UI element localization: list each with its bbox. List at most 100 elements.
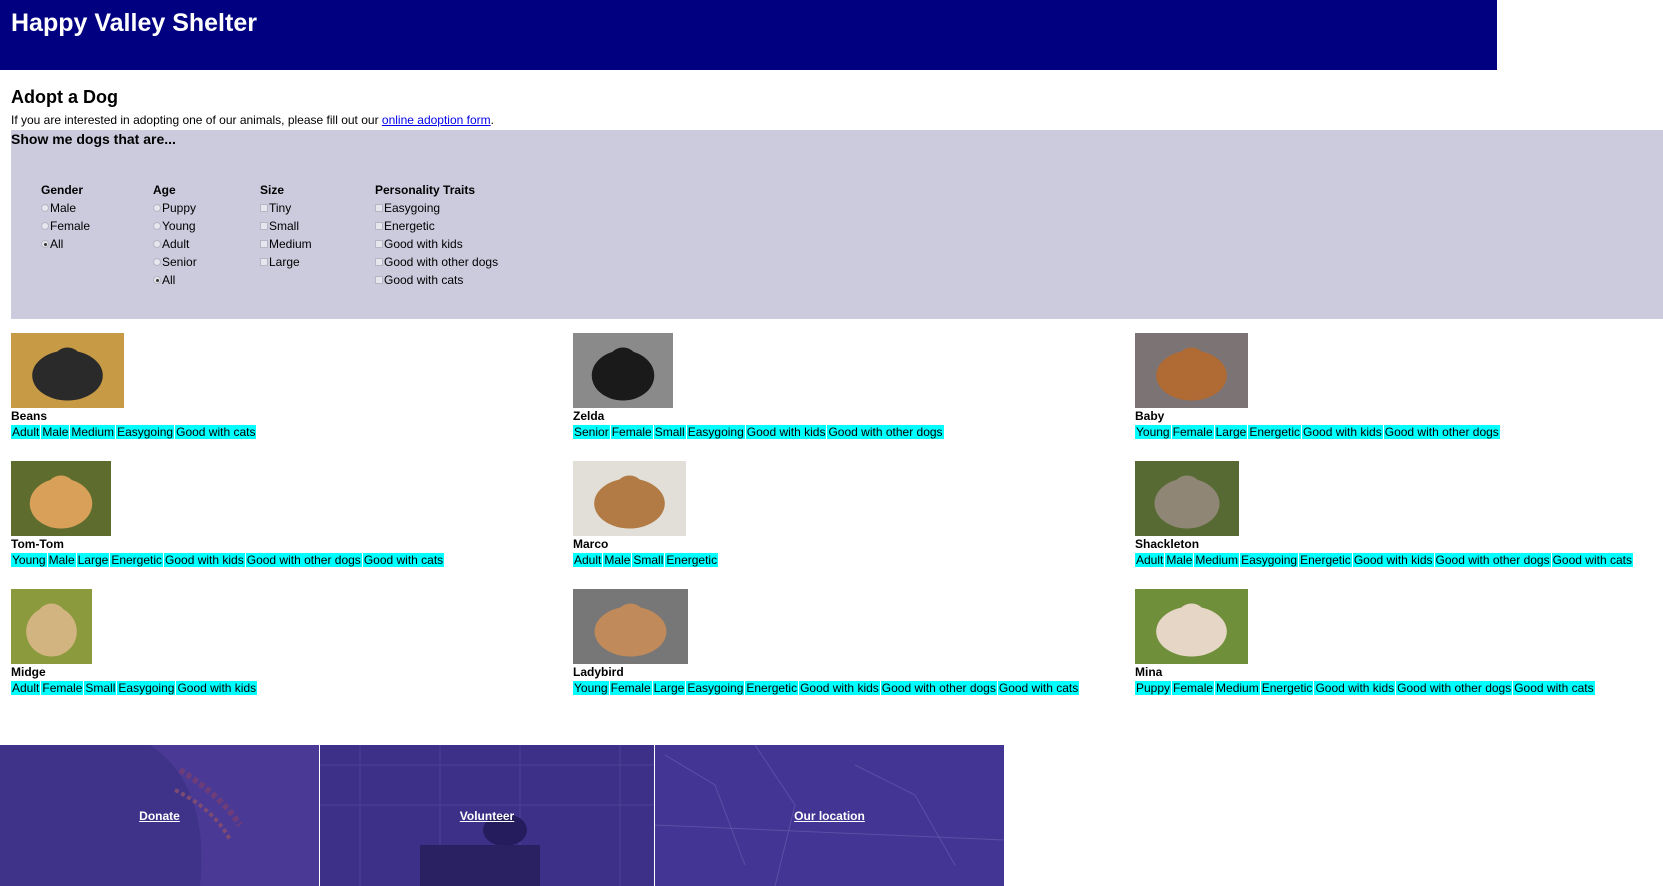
dog-tag: Good with kids [799, 681, 880, 695]
trait-option-energetic[interactable]: Energetic [375, 217, 498, 235]
dog-card[interactable]: Mina Puppy Female Medium Energetic Good with … [1135, 589, 1596, 696]
dog-photo[interactable] [573, 461, 686, 536]
checkbox[interactable] [375, 222, 383, 230]
dog-card[interactable]: Marco Adult Male Small Energetic [573, 461, 719, 568]
location-link[interactable]: Our location [794, 809, 865, 823]
trait-option-easygoing[interactable]: Easygoing [375, 199, 498, 217]
size-option-large[interactable]: Large [260, 253, 312, 271]
checkbox[interactable] [260, 204, 268, 212]
age-option-all[interactable]: All [153, 271, 197, 289]
volunteer-link[interactable]: Volunteer [460, 809, 514, 823]
adoption-form-link[interactable]: online adoption form [382, 113, 491, 127]
dog-photo[interactable] [573, 589, 688, 664]
page-heading: Adopt a Dog [11, 87, 118, 107]
age-filter: Age Puppy Young Adult Senior All [153, 181, 197, 289]
checkbox[interactable] [260, 258, 268, 266]
dog-photo[interactable] [11, 461, 111, 536]
dog-card[interactable]: Tom-Tom Young Male Large Energetic Good with … [11, 461, 445, 568]
dog-tag: Easygoing [116, 425, 175, 439]
radio-button[interactable] [153, 258, 161, 266]
dog-card[interactable]: Shackleton Adult Male Medium Easygoing Energe… [1135, 461, 1634, 568]
checkbox[interactable] [375, 204, 383, 212]
trait-option-good-with-kids[interactable]: Good with kids [375, 235, 498, 253]
dog-photo[interactable] [1135, 589, 1248, 664]
dog-tag: Energetic [745, 681, 799, 695]
site-title: Happy Valley Shelter [11, 9, 257, 37]
checkbox[interactable] [375, 240, 383, 248]
donate-link[interactable]: Donate [139, 809, 180, 823]
dog-tag: Small [653, 425, 686, 439]
dog-tags: Adult Male Medium Easygoing Energetic Good wi… [1135, 553, 1634, 568]
radio-button[interactable] [41, 222, 49, 230]
checkbox[interactable] [375, 276, 383, 284]
dog-name: Midge [11, 665, 46, 679]
trait-option-good-with-other-dogs[interactable]: Good with other dogs [375, 253, 498, 271]
age-option-senior[interactable]: Senior [153, 253, 197, 271]
dog-name: Beans [11, 409, 48, 423]
size-option-medium[interactable]: Medium [260, 235, 312, 253]
dog-photo[interactable] [1135, 461, 1239, 536]
dog-tag: Energetic [665, 553, 719, 567]
checkbox[interactable] [260, 240, 268, 248]
dog-tags: Senior Female Small Easygoing Good with kids… [573, 425, 945, 440]
gender-option-female[interactable]: Female [41, 217, 90, 235]
age-option-puppy[interactable]: Puppy [153, 199, 197, 217]
trait-option-good-with-cats[interactable]: Good with cats [375, 271, 498, 289]
donate-tile[interactable]: Donate [0, 745, 319, 886]
dog-name: Marco [573, 537, 609, 551]
dog-photo[interactable] [1135, 333, 1248, 408]
dog-photo[interactable] [573, 333, 673, 408]
radio-button-checked[interactable] [41, 240, 49, 248]
site-header: Happy Valley Shelter [0, 0, 1497, 70]
radio-button[interactable] [41, 204, 49, 212]
dog-tag: Small [84, 681, 117, 695]
dog-tag: Senior [573, 425, 610, 439]
volunteer-tile[interactable]: Volunteer [320, 745, 654, 886]
dog-tag: Easygoing [686, 681, 745, 695]
radio-button-checked[interactable] [153, 276, 161, 284]
checkbox[interactable] [375, 258, 383, 266]
option-label: Tiny [269, 201, 292, 215]
checkbox[interactable] [260, 222, 268, 230]
option-label: Energetic [384, 219, 435, 233]
dog-name: Ladybird [573, 665, 624, 679]
dog-card[interactable]: Ladybird Young Female Large Easygoing Energet… [573, 589, 1080, 696]
age-option-young[interactable]: Young [153, 217, 197, 235]
radio-button[interactable] [153, 222, 161, 230]
gender-filter: Gender Male Female All [41, 181, 90, 253]
dog-photo[interactable] [11, 333, 124, 408]
dog-card[interactable]: Baby Young Female Large Energetic Good with k… [1135, 333, 1501, 440]
location-tile[interactable]: Our location [655, 745, 1004, 886]
option-label: Medium [269, 237, 312, 251]
dog-card[interactable]: Zelda Senior Female Small Easygoing Good with… [573, 333, 945, 440]
age-option-adult[interactable]: Adult [153, 235, 197, 253]
option-label: Female [50, 219, 91, 233]
dog-tag: Adult [573, 553, 603, 567]
gender-option-all[interactable]: All [41, 235, 90, 253]
option-label: Puppy [162, 201, 197, 215]
dog-tags: Adult Male Medium Easygoing Good with cats [11, 425, 257, 440]
radio-button[interactable] [153, 204, 161, 212]
dog-photo[interactable] [11, 589, 92, 664]
size-filter: Size Tiny Small Medium Large [260, 181, 312, 271]
option-label: Easygoing [384, 201, 441, 215]
filter-heading: Show me dogs that are... [11, 131, 176, 147]
dog-card[interactable]: Beans Adult Male Medium Easygoing Good with c… [11, 333, 257, 440]
dog-tag: Easygoing [1240, 553, 1299, 567]
size-option-small[interactable]: Small [260, 217, 312, 235]
dog-tag: Medium [70, 425, 116, 439]
dog-tag: Female [1172, 681, 1215, 695]
dog-tag: Female [41, 681, 84, 695]
dog-tag: Good with other dogs [827, 425, 944, 439]
radio-button[interactable] [153, 240, 161, 248]
gender-option-male[interactable]: Male [41, 199, 90, 217]
dog-tag: Good with other dogs [245, 553, 362, 567]
dog-tag: Young [1135, 425, 1171, 439]
dog-tag: Medium [1194, 553, 1240, 567]
option-label: Senior [162, 255, 197, 269]
size-option-tiny[interactable]: Tiny [260, 199, 312, 217]
dog-card[interactable]: Midge Adult Female Small Easygoing Good with … [11, 589, 258, 696]
dog-tag: Good with other dogs [1396, 681, 1513, 695]
option-label: All [162, 273, 176, 287]
dog-name: Baby [1135, 409, 1165, 423]
